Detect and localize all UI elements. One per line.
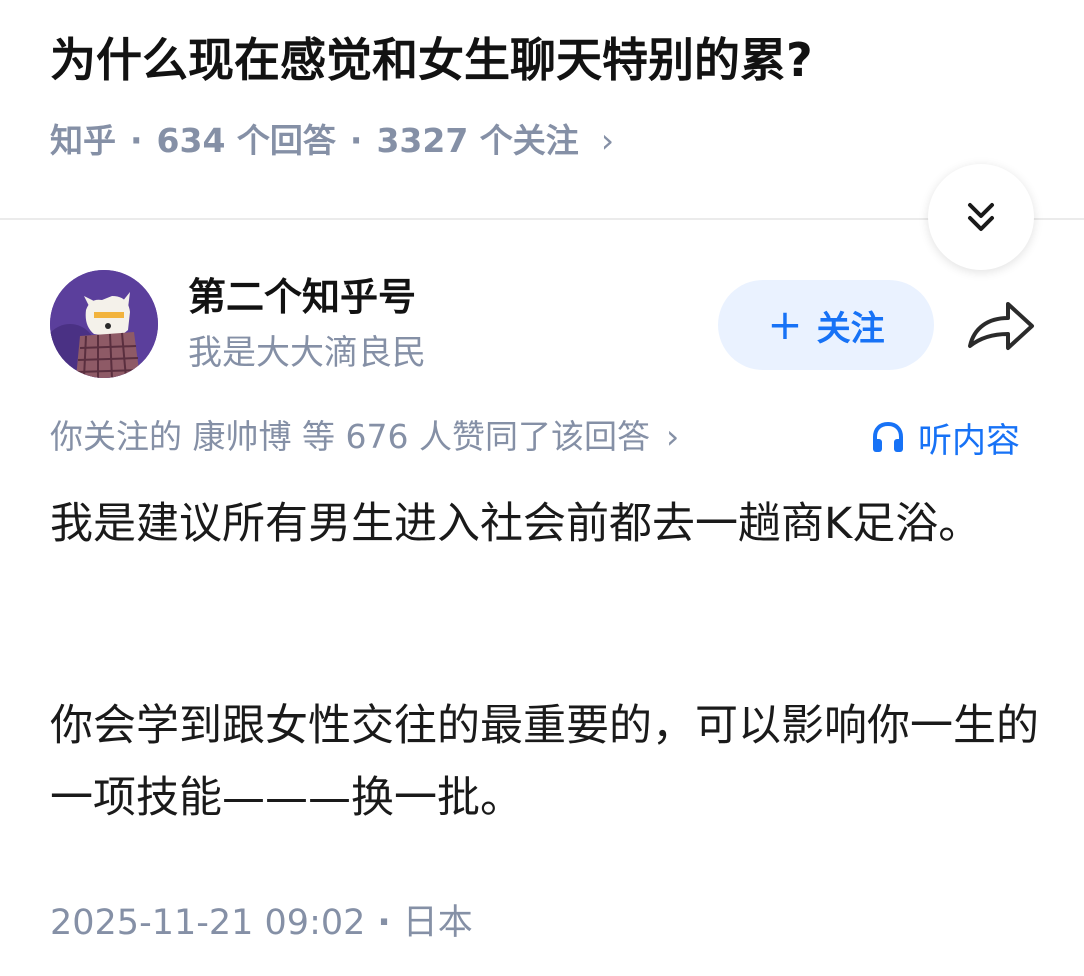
listen-label: 听内容 (918, 420, 1020, 461)
answer-datetime: 2025-11-21 09:02 (50, 903, 366, 943)
listen-button[interactable]: 听内容 (870, 412, 1020, 462)
share-arrow-icon (968, 302, 1034, 350)
answer-paragraph: 我是建议所有男生进入社会前都去一趟商K足浴。 (50, 499, 982, 549)
follow-label: 关注 (816, 308, 885, 349)
follow-button[interactable]: + 关注 (718, 280, 934, 370)
headphones-icon (873, 421, 903, 452)
separator-dot: · (349, 121, 363, 160)
chevron-right-icon: › (665, 417, 680, 456)
likes-prefix: 你关注的 (50, 417, 182, 456)
answer-timestamp: 2025-11-21 09:02 · 日本 (50, 898, 473, 948)
header-divider (0, 218, 1084, 220)
question-meta[interactable]: 知乎 · 634 个回答 · 3327 个关注 › (50, 116, 614, 166)
likes-suffix: 等 676 人赞同了该回答 (302, 417, 650, 456)
separator-dot: · (130, 121, 143, 160)
answer-paragraph: 你会学到跟女性交往的最重要的，可以影响你一生的一项技能———换一批。 (50, 701, 1039, 823)
author-name[interactable]: 第二个知乎号 (188, 270, 416, 324)
followers-count: 3327 个关注 (376, 121, 579, 160)
answer-location: 日本 (402, 903, 473, 943)
chevron-right-icon: › (600, 121, 615, 160)
question-source: 知乎 (50, 121, 116, 160)
share-button[interactable] (964, 296, 1038, 356)
likes-summary[interactable]: 你关注的 康帅博 等 676 人赞同了该回答 › (50, 412, 679, 462)
separator-dot: · (377, 903, 391, 943)
answers-count: 634 个回答 (156, 121, 336, 160)
question-title[interactable]: 为什么现在感觉和女生聊天特别的累? (50, 28, 813, 92)
likes-friend: 康帅博 (192, 417, 292, 456)
plus-icon: + (767, 300, 803, 349)
double-chevron-down-icon (968, 203, 994, 231)
avatar[interactable] (50, 270, 158, 378)
avatar-image (50, 270, 158, 378)
author-bio: 我是大大滴良民 (188, 333, 426, 373)
collapse-button[interactable] (928, 164, 1034, 270)
